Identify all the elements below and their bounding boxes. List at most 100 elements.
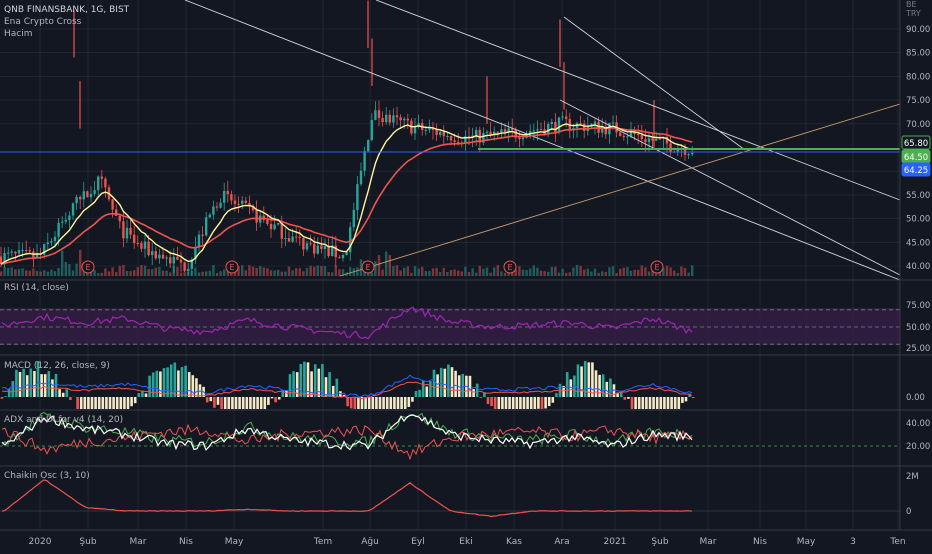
volume-bar xyxy=(241,265,243,276)
volume-bar xyxy=(47,272,49,276)
volume-bar xyxy=(147,269,149,276)
volume-bar xyxy=(252,267,254,276)
volume-bar xyxy=(7,268,9,276)
indicator-tick-2: 25.00 xyxy=(906,344,930,354)
candle-body xyxy=(453,140,455,142)
volume-bar xyxy=(619,269,621,276)
macd-bar xyxy=(678,397,681,409)
candle-body xyxy=(187,269,189,271)
chart-canvas[interactable]: EEEEE 85.0080.0075.0070.0060.0055.0050.0… xyxy=(0,0,932,550)
macd-bar xyxy=(15,370,18,397)
candle-body xyxy=(18,250,20,253)
macd-bar xyxy=(120,397,123,409)
volume-bar xyxy=(396,265,398,276)
volume-bar xyxy=(457,271,459,276)
macd-bar xyxy=(48,371,51,397)
macd-bar xyxy=(148,376,151,397)
macd-bar xyxy=(523,397,526,409)
candle-body xyxy=(371,120,373,140)
candle-body xyxy=(183,262,185,271)
candle-body xyxy=(637,134,639,135)
candle-body xyxy=(518,138,520,140)
candle-body xyxy=(122,221,124,238)
volume-bar xyxy=(219,271,221,276)
macd-bar xyxy=(116,397,119,409)
volume-bar xyxy=(486,268,488,276)
volume-bar xyxy=(641,266,643,276)
volume-bar xyxy=(111,267,113,276)
time-label-6: Ağu xyxy=(361,537,379,547)
earnings-marker-label: E xyxy=(507,263,512,272)
indicator-tick-0: 75.00 xyxy=(906,301,930,311)
candle-body xyxy=(90,194,92,197)
macd-bar xyxy=(508,397,511,409)
macd-bar xyxy=(375,397,378,409)
macd-bar xyxy=(98,397,101,409)
candle-body xyxy=(119,216,121,221)
volume-bar xyxy=(525,270,527,276)
price-tick-7: 45.00 xyxy=(906,238,930,248)
rsi-pane[interactable] xyxy=(0,307,900,345)
price-tick-3: 70.00 xyxy=(906,120,930,130)
candle-body xyxy=(536,129,538,130)
candle-body xyxy=(338,257,340,258)
macd-bar xyxy=(1,397,4,399)
candle-body xyxy=(237,204,239,205)
chaikin-legend[interactable]: Chaikin Osc (3, 10) xyxy=(4,470,90,482)
adx-legend[interactable]: ADX and DI for v4 (14, 20) xyxy=(4,414,123,426)
candle-body xyxy=(133,235,135,243)
macd-bar xyxy=(346,397,349,406)
candle-body xyxy=(101,177,103,179)
candle-body xyxy=(367,140,369,151)
candle-body xyxy=(230,194,232,200)
macd-bar xyxy=(350,397,353,408)
candle-body xyxy=(21,250,23,251)
macd-bar xyxy=(372,397,375,409)
volume-bar xyxy=(504,273,506,276)
volume-bar xyxy=(450,270,452,276)
volume-bar xyxy=(410,273,412,276)
macd-bar xyxy=(55,374,58,397)
macd-bar xyxy=(123,397,126,409)
candle-body xyxy=(594,122,596,124)
macd-bar xyxy=(271,397,274,398)
earnings-marker-label: E xyxy=(365,263,370,272)
volume-bar xyxy=(129,271,131,276)
volume-bar xyxy=(673,271,675,276)
indicator-legend-volume[interactable]: Hacim xyxy=(4,28,33,40)
macd-bar xyxy=(130,397,133,406)
symbol-title[interactable]: QNB FINANSBANK, 1G, BIST xyxy=(4,4,129,16)
candle-body xyxy=(273,224,275,229)
rsi-band xyxy=(0,308,900,345)
volume-bar xyxy=(356,267,358,276)
macd-bar xyxy=(415,391,418,397)
macd-bar xyxy=(591,362,594,397)
volume-bar xyxy=(101,273,103,276)
macd-bar xyxy=(663,397,666,409)
time-label-3: Nis xyxy=(179,537,193,547)
rsi-legend[interactable]: RSI (14, close) xyxy=(4,282,69,294)
volume-bar xyxy=(273,271,275,276)
candle-body xyxy=(126,228,128,238)
indicator-legend-ema[interactable]: Ena Crypto Cross xyxy=(4,16,81,28)
macd-bar xyxy=(440,368,443,397)
candle-body xyxy=(72,203,74,215)
candle-body xyxy=(266,220,268,224)
macd-bar xyxy=(12,381,15,397)
volume-bar xyxy=(284,272,286,276)
macd-bar xyxy=(138,393,141,397)
volume-bar xyxy=(608,267,610,276)
macd-legend[interactable]: MACD (12, 26, close, 9) xyxy=(4,360,110,372)
macd-bar xyxy=(33,371,36,397)
macd-bar xyxy=(494,397,497,409)
time-label-8: Eki xyxy=(459,537,472,547)
volume-bar xyxy=(500,271,502,276)
candle-body xyxy=(162,255,164,259)
volume-bar xyxy=(14,269,16,276)
volume-bar xyxy=(65,262,67,276)
candle-body xyxy=(198,235,200,247)
candle-body xyxy=(378,110,380,118)
candle-body xyxy=(439,132,441,135)
volume-bar xyxy=(194,268,196,276)
macd-bar xyxy=(627,397,630,399)
